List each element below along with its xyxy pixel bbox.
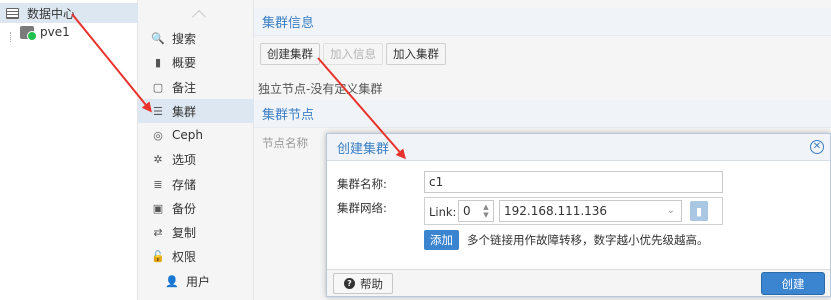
cluster-nodes-title: 集群节点 [254,100,831,128]
dialog-footer: ? 帮助 创建 [327,269,830,296]
close-icon[interactable]: ✕ [810,140,824,154]
nav-item-label: 集群 [172,104,197,119]
nav-item-label: 选项 [172,152,197,167]
nav-item-label: 备份 [172,201,197,216]
help-button[interactable]: ? 帮助 [333,273,393,294]
create-cluster-dialog: 创建集群 ✕ 集群名称: c1 集群网络: Link: 0 ▲ ▼ 192.168… [326,133,831,297]
cluster-network-label: 集群网络: [337,201,387,215]
nav-item-label: 搜索 [172,31,197,46]
cluster-name-input[interactable]: c1 [424,171,723,193]
nav-item-label: 概要 [172,55,197,70]
create-cluster-button[interactable]: 创建集群 [260,43,320,65]
nav-item-cluster[interactable]: ☰ 集群 [138,99,254,123]
create-button[interactable]: 创建 [762,273,824,294]
nav-item-summary[interactable]: ▮ 概要 [138,50,254,74]
nav-item-users[interactable]: 👤 用户 [138,269,254,293]
nav-item-replication[interactable]: ⇄ 复制 [138,220,254,244]
dialog-title: 创建集群 [337,141,390,157]
scroll-up-icon[interactable] [191,9,207,25]
spinner-arrows-icon[interactable]: ▲ ▼ [481,203,491,219]
chevron-down-icon[interactable]: ⌄ [667,205,675,216]
cluster-name-label: 集群名称: [337,177,387,191]
user-icon: 👤 [165,274,179,288]
config-nav: 🔍 搜索 ▮ 概要 ▢ 备注 ☰ 集群 ◎ Ceph ✲ 选项 ≣ 存储 ▣ 备… [138,0,254,300]
link-label: Link: [429,205,457,219]
unlock-icon: 🔓 [151,249,165,263]
nav-item-label: Ceph [172,128,203,142]
server-icon: ☰ [153,104,163,118]
nav-item-search[interactable]: 🔍 搜索 [138,26,254,50]
gear-icon: ✲ [153,152,163,166]
link-row: Link: 0 ▲ ▼ 192.168.111.136 ⌄ [424,197,723,225]
tree-item-datacenter-label: 数据中心 [27,6,76,21]
help-button-label: 帮助 [360,276,383,291]
cluster-info-title: 集群信息 [254,8,831,36]
standalone-status-text: 独立节点-没有定义集群 [258,82,383,96]
ceph-icon: ◎ [153,128,163,142]
tree-item-node[interactable]: pve1 [0,22,70,42]
nav-item-label: 备注 [172,80,197,95]
resource-tree: 数据中心 pve1 [0,0,138,300]
nav-item-label: 存储 [172,177,197,192]
add-link-button[interactable]: 添加 [424,230,459,250]
link-number-value: 0 [463,204,471,218]
node-name-column-header[interactable]: 节点名称 [262,135,308,151]
book-icon: ▮ [154,55,162,69]
join-info-button[interactable]: 加入信息 [323,43,383,65]
search-icon: 🔍 [151,31,165,45]
nav-item-backup[interactable]: ▣ 备份 [138,196,254,220]
node-online-icon [20,25,37,41]
nav-item-notes[interactable]: ▢ 备注 [138,75,254,99]
add-link-hint: 多个链接用作故障转移，数字越小优先级越高。 [467,233,709,247]
link-number-spinner[interactable]: 0 ▲ ▼ [458,200,494,222]
note-icon: ▢ [152,80,164,94]
tree-item-datacenter[interactable]: 数据中心 [0,3,138,23]
floppy-icon: ▣ [152,201,164,215]
database-icon: ≣ [153,177,163,191]
nav-item-permissions[interactable]: 🔓 权限 [138,244,254,268]
cluster-name-value: c1 [429,175,444,189]
nav-item-label: 用户 [186,274,211,289]
join-cluster-button[interactable]: 加入集群 [386,43,446,65]
trash-icon[interactable]: ▮ [690,201,708,221]
tree-item-node-label: pve1 [40,25,70,39]
network-address-select[interactable]: 192.168.111.136 ⌄ [499,200,682,222]
retweet-icon: ⇄ [153,225,163,239]
nav-item-options[interactable]: ✲ 选项 [138,147,254,171]
nav-item-storage[interactable]: ≣ 存储 [138,172,254,196]
nav-item-ceph[interactable]: ◎ Ceph [138,123,254,147]
dialog-header: 创建集群 ✕ [327,134,830,161]
datacenter-icon [6,7,19,19]
nav-item-label: 权限 [172,249,197,264]
nav-item-label: 复制 [172,225,197,240]
question-icon: ? [344,278,355,289]
network-address-value: 192.168.111.136 [504,204,608,218]
